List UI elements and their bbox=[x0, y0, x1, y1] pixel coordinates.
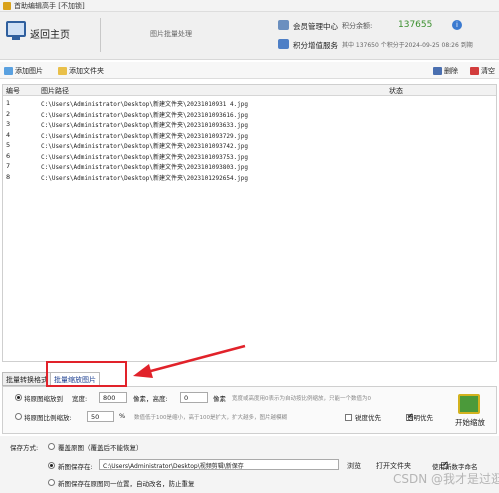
cell-no: 4 bbox=[6, 130, 11, 139]
cell-no: 7 bbox=[6, 162, 11, 170]
radio-ratio[interactable] bbox=[15, 413, 22, 420]
fixed-size-note: 宽度或高度用0表示为自动按比例缩放，只能一个数值为0 bbox=[232, 396, 372, 402]
tab-format-convert[interactable]: 批量转换格式 bbox=[2, 372, 52, 386]
fixed-size-label: 将原图缩放到 bbox=[24, 395, 63, 403]
sharpness-checkbox[interactable] bbox=[345, 413, 352, 421]
cell-no: 3 bbox=[6, 120, 11, 128]
percent-label: % bbox=[119, 412, 126, 420]
column-header-no[interactable]: 编号 bbox=[6, 86, 20, 96]
clear-button[interactable]: 清空 bbox=[470, 65, 495, 76]
page-subtitle: 图片批量处理 bbox=[150, 30, 192, 38]
table-row[interactable]: 4 C:\Users\Administrator\Desktop\新建文件夹\20… bbox=[3, 130, 496, 141]
cell-path: C:\Users\Administrator\Desktop\新建文件夹\202… bbox=[41, 153, 249, 161]
browse-button[interactable]: 浏览 bbox=[347, 461, 361, 471]
expiry-note: 其中 137650 个积分于2024-09-25 08:26 到期 bbox=[342, 42, 473, 49]
ratio-input[interactable]: 50 bbox=[87, 411, 114, 422]
cell-no: 5 bbox=[6, 141, 11, 149]
save-mode-label: 保存方式: bbox=[10, 444, 39, 452]
app-icon bbox=[3, 2, 11, 10]
table-row[interactable]: 8 C:\Users\Administrator\Desktop\新建文件夹\20… bbox=[3, 172, 496, 183]
width-input[interactable]: 800 bbox=[99, 392, 127, 403]
window-title: 首助编辑高手 [不加锁] bbox=[14, 2, 85, 10]
table-row[interactable]: 3 C:\Users\Administrator\Desktop\新建文件夹\20… bbox=[3, 119, 496, 130]
watermark: CSDN @我才是过逛 bbox=[393, 472, 499, 486]
overwrite-label: 覆盖原图（覆盖后不能恢复） bbox=[58, 444, 143, 452]
cell-path: C:\Users\Administrator\Desktop\新建文件夹\202… bbox=[41, 101, 249, 108]
radio-fixed-size[interactable] bbox=[15, 394, 22, 401]
table-row[interactable]: 6 C:\Users\Administrator\Desktop\新建文件夹\20… bbox=[3, 151, 496, 162]
annotation-arrow-icon bbox=[133, 344, 246, 378]
member-center-link[interactable]: 会员管理中心 bbox=[293, 21, 338, 32]
highlight-box bbox=[46, 361, 127, 387]
add-image-button[interactable]: 添加图片 bbox=[4, 65, 43, 76]
same-location-label: 新图保存在原图同一位置，自动改名，防止重复 bbox=[58, 480, 195, 488]
cell-path: C:\Users\Administrator\Desktop\新建文件夹\202… bbox=[41, 164, 249, 171]
transparent-label: 透明优先 bbox=[407, 414, 433, 422]
vip-service-link[interactable]: 积分增值服务 bbox=[293, 40, 338, 51]
start-resize-icon[interactable] bbox=[458, 394, 480, 414]
save-path-input[interactable]: C:\Users\Administrator\Desktop\视频剪辑\新保存 bbox=[99, 459, 339, 470]
table-row[interactable]: 2 C:\Users\Administrator\Desktop\新建文件夹\20… bbox=[3, 109, 496, 120]
folder-icon bbox=[58, 66, 67, 75]
table-row[interactable]: 7 C:\Users\Administrator\Desktop\新建文件夹\20… bbox=[3, 161, 496, 172]
title-bar: 首助编辑高手 [不加锁] bbox=[0, 0, 499, 12]
balance-label: 积分余额: bbox=[342, 22, 373, 30]
cell-path: C:\Users\Administrator\Desktop\新建文件夹\202… bbox=[41, 174, 249, 182]
px-label: 像素 bbox=[213, 395, 226, 403]
cell-path: C:\Users\Administrator\Desktop\新建文件夹\202… bbox=[41, 122, 249, 129]
cell-path: C:\Users\Administrator\Desktop\新建文件夹\202… bbox=[41, 132, 249, 140]
image-icon bbox=[4, 66, 13, 75]
sharpness-label: 锐度优先 bbox=[355, 414, 381, 422]
start-resize-button[interactable]: 开始缩放 bbox=[455, 417, 485, 428]
header: 返回主页 图片批量处理 会员管理中心 积分余额: 137655 i 积分增值服务… bbox=[0, 12, 499, 60]
monitor-icon[interactable] bbox=[6, 21, 26, 40]
table-row[interactable]: 1 C:\Users\Administrator\Desktop\新建文件夹\20… bbox=[3, 98, 496, 109]
member-icon bbox=[278, 20, 289, 30]
toolbar: 添加图片 添加文件夹 删除 清空 bbox=[0, 62, 499, 79]
table-header: 编号 图片路径 状态 bbox=[3, 85, 496, 96]
add-folder-button[interactable]: 添加文件夹 bbox=[58, 65, 104, 76]
info-icon[interactable]: i bbox=[452, 20, 462, 30]
file-table[interactable]: 编号 图片路径 状态 1 C:\Users\Administrator\Deskt… bbox=[2, 84, 497, 362]
divider bbox=[100, 18, 101, 52]
px-height-label: 像素，高度: bbox=[133, 395, 168, 403]
clear-icon bbox=[470, 66, 479, 75]
cell-no: 8 bbox=[6, 172, 11, 181]
radio-same-location[interactable] bbox=[48, 479, 55, 486]
new-path-label: 新图保存在: bbox=[58, 463, 93, 471]
delete-icon bbox=[433, 66, 442, 75]
column-header-path[interactable]: 图片路径 bbox=[41, 86, 69, 96]
home-button[interactable]: 返回主页 bbox=[30, 26, 70, 41]
cell-no: 6 bbox=[6, 151, 11, 160]
cell-no: 1 bbox=[6, 99, 11, 107]
width-label: 宽度: bbox=[72, 395, 88, 403]
cell-path: C:\Users\Administrator\Desktop\新建文件夹\202… bbox=[41, 111, 249, 119]
vip-icon bbox=[278, 39, 289, 49]
height-input[interactable]: 0 bbox=[180, 392, 208, 403]
table-row[interactable]: 5 C:\Users\Administrator\Desktop\新建文件夹\20… bbox=[3, 140, 496, 151]
cell-path: C:\Users\Administrator\Desktop\新建文件夹\202… bbox=[41, 143, 249, 150]
column-header-status[interactable]: 状态 bbox=[389, 86, 403, 96]
balance-value: 137655 bbox=[398, 20, 433, 30]
radio-overwrite[interactable] bbox=[48, 443, 55, 450]
ratio-note: 数值低于100是缩小，高于100是扩大，扩大越多，图片越模糊 bbox=[134, 415, 287, 421]
delete-button[interactable]: 删除 bbox=[433, 65, 458, 76]
cell-no: 2 bbox=[6, 109, 11, 118]
radio-new-path[interactable] bbox=[48, 462, 55, 469]
ratio-label: 将原图比例缩放: bbox=[24, 414, 72, 422]
